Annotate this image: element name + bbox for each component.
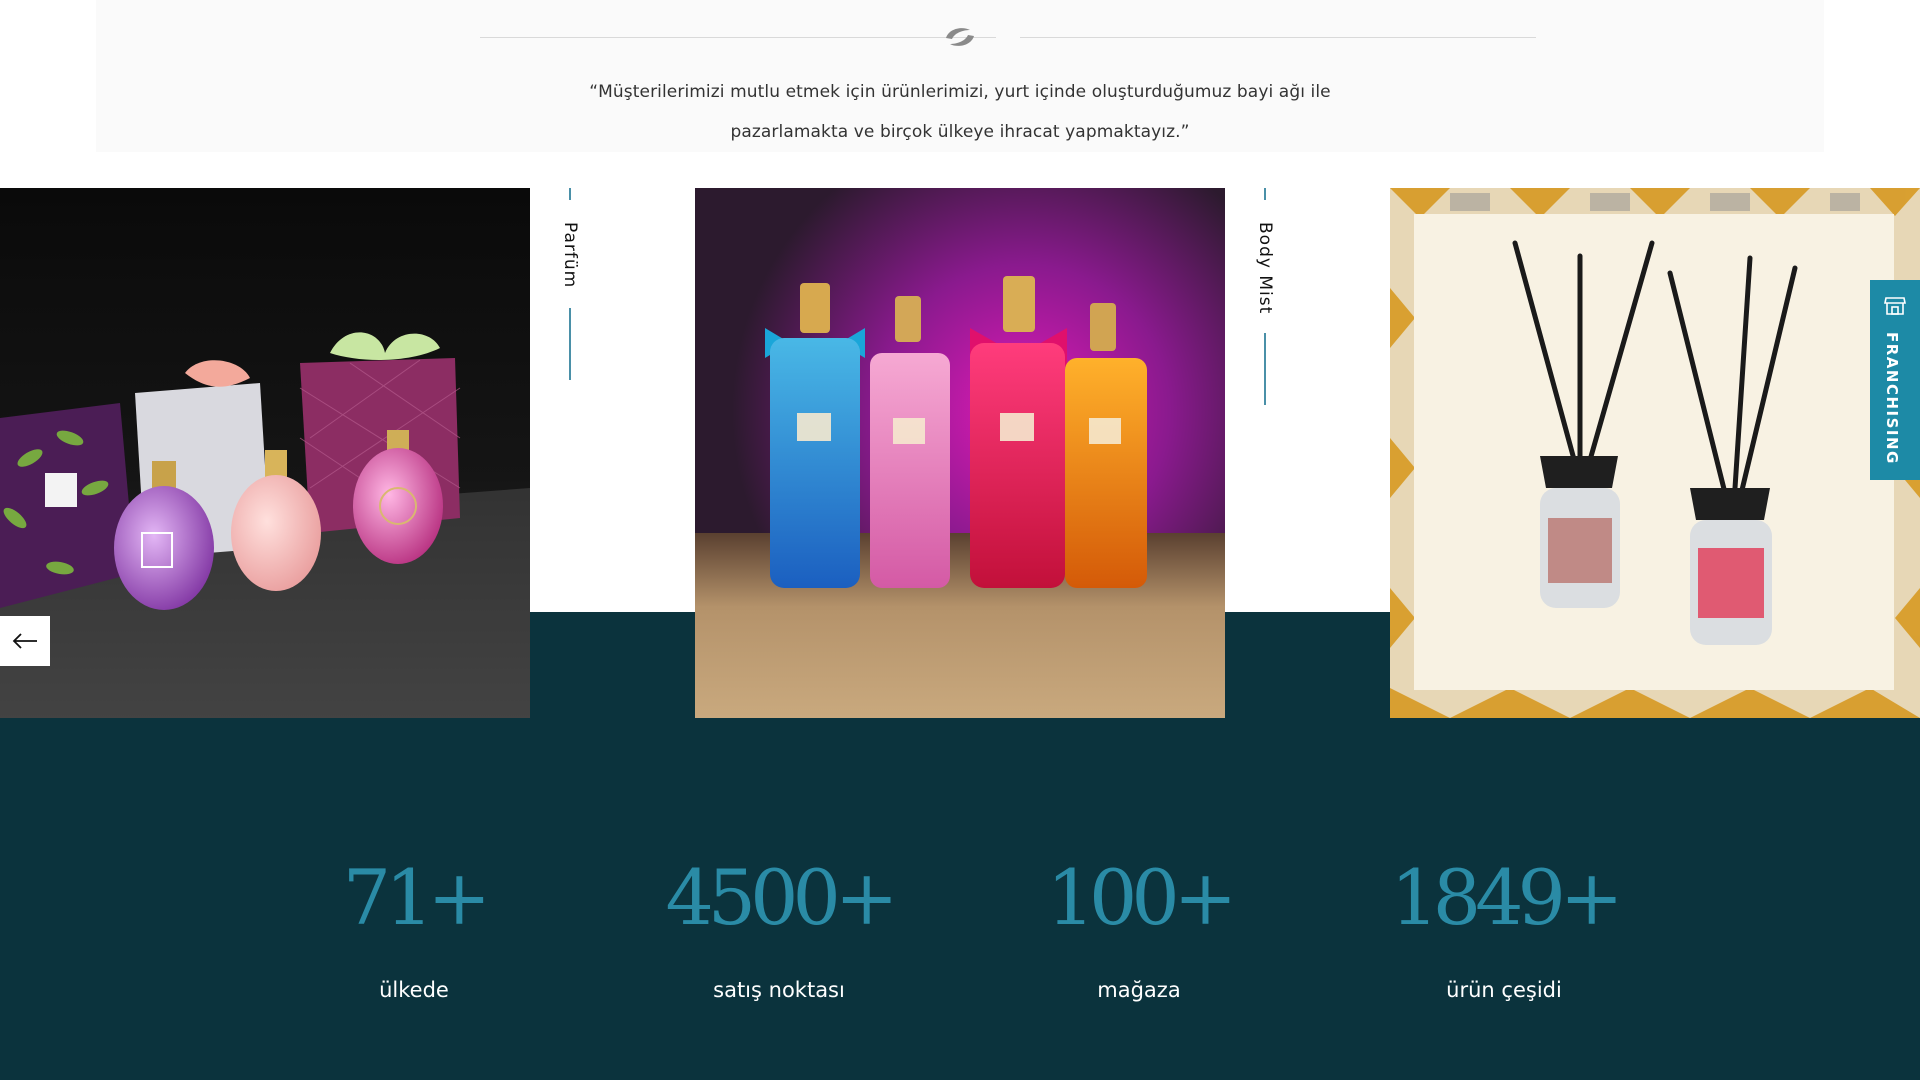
stat-stores: 100+ mağaza [959,853,1319,1003]
diffuser-product-image[interactable] [1390,188,1920,718]
stat-label: ürün çeşidi [1446,978,1562,1002]
quote-section: “Müşterilerimizi mutlu etmek için ürünle… [96,0,1824,152]
franchising-tab[interactable]: FRANCHISING [1870,280,1920,480]
perfume-product-image[interactable] [0,188,530,718]
quote-line-2: pazarlamakta ve birçok ülkeye ihracat ya… [730,122,1190,142]
slide-label-parfum[interactable]: Parfüm [560,222,580,288]
slider-prev-button[interactable] [0,616,50,666]
quote-line-1: “Müşterilerimizi mutlu etmek için ürünle… [589,82,1331,102]
body-mist-product-image[interactable] [695,188,1225,718]
label-bar-top [1264,188,1266,200]
stat-value: 1849+ [1390,853,1623,942]
stat-label: mağaza [1097,978,1181,1002]
stat-products: 1849+ ürün çeşidi [1324,853,1684,1003]
stat-value: 4500+ [665,853,898,942]
store-icon [1884,297,1906,315]
arrow-left-icon [12,633,37,649]
franchising-label: FRANCHISING [1883,332,1901,465]
stat-label: satış noktası [713,978,845,1002]
stat-value: 100+ [1046,853,1238,942]
quote-text: “Müşterilerimizi mutlu etmek için ürünle… [96,72,1824,152]
stat-value: 71+ [342,853,491,942]
divider-left [480,37,996,38]
label-bar-bottom [569,308,571,380]
stat-sales-points: 4500+ satış noktası [599,853,959,1003]
brand-mark-icon [946,28,974,46]
divider-right [1020,37,1536,38]
stat-countries: 71+ ülkede [234,853,594,1003]
label-bar-top [569,188,571,200]
product-slider: Parfüm Body Mist [0,188,1920,718]
label-bar-bottom [1264,333,1266,405]
slide-label-body-mist[interactable]: Body Mist [1255,222,1275,314]
stat-label: ülkede [379,978,449,1002]
